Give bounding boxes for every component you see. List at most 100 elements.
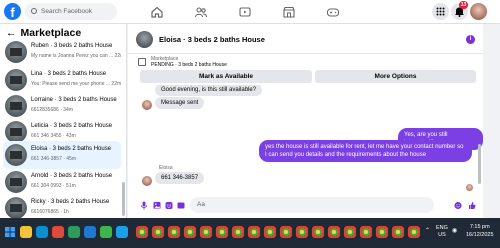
facebook-logo[interactable]: f	[4, 3, 21, 20]
listing-thumbnail	[5, 41, 27, 63]
language-label: ENG	[436, 225, 448, 231]
listing-status[interactable]: PENDING · 3 beds 2 baths House	[151, 62, 227, 68]
friends-icon[interactable]	[194, 5, 208, 19]
chrome-icon[interactable]	[376, 226, 388, 238]
chrome-icon[interactable]	[264, 226, 276, 238]
conversation-title: Lina · 3 beds 2 baths House	[31, 71, 107, 77]
app-icon[interactable]	[36, 226, 48, 238]
read-receipt-avatar	[466, 184, 473, 191]
conversation-title: Leticia · 3 beds 2 baths House	[31, 123, 113, 129]
system-tray-chevron-icon[interactable]: ⌃	[425, 227, 430, 234]
notification-badge: 13	[459, 1, 468, 9]
conversation-item-active[interactable]: Eloisa · 3 beds 2 baths House 661 346-38…	[3, 141, 121, 169]
marketplace-sidebar: ← Marketplace Ruben · 3 beds 2 baths Hous…	[0, 24, 127, 218]
emoji-icon[interactable]	[454, 201, 462, 210]
conversation-item[interactable]: Lina · 3 beds 2 baths House You: Please …	[3, 66, 121, 94]
gif-icon[interactable]	[177, 201, 185, 210]
chrome-icon[interactable]	[136, 226, 148, 238]
chrome-icon[interactable]	[312, 226, 324, 238]
conversation-title: Arnold · 3 beds 2 baths House	[31, 173, 113, 179]
clock[interactable]: 7:15 pm 16/12/2025	[466, 223, 494, 239]
conversation-item[interactable]: Lorraine · 3 beds 2 baths House 66128356…	[3, 92, 121, 120]
chrome-icon[interactable]	[232, 226, 244, 238]
listing-thumbnail	[5, 197, 27, 218]
file-explorer-icon[interactable]	[20, 226, 32, 238]
image-icon[interactable]	[153, 201, 161, 210]
chrome-icon[interactable]	[328, 226, 340, 238]
conversation-preview: My name is Joanna Perez you can ... 22m	[31, 53, 121, 59]
more-options-button[interactable]: More Options	[315, 70, 476, 83]
language-indicator[interactable]: ENG US	[436, 225, 448, 239]
conversation-item[interactable]: Ruben · 3 beds 2 baths House My name is …	[3, 38, 121, 66]
video-icon[interactable]	[238, 5, 252, 19]
like-icon[interactable]	[468, 201, 476, 210]
grid-icon	[436, 7, 445, 16]
marketplace-icon[interactable]	[282, 5, 296, 19]
search-input[interactable]: Search Facebook	[25, 3, 117, 20]
search-icon	[31, 8, 37, 14]
listing-thumbnail	[5, 69, 27, 91]
conversation-title: Ruben · 3 beds 2 baths House	[31, 43, 113, 49]
region-label: US	[438, 232, 446, 238]
chrome-icon[interactable]	[152, 226, 164, 238]
conversation-preview: 661 346-3857 · 45m	[31, 156, 77, 162]
chat-title[interactable]: Eloisa · 3 beds 2 baths House	[159, 35, 265, 44]
message-bubble-incoming: 661 346-3857	[155, 172, 205, 184]
chat-scrollbar[interactable]	[478, 144, 481, 184]
chrome-icon[interactable]	[168, 226, 180, 238]
chrome-icon[interactable]	[296, 226, 308, 238]
info-icon[interactable]: i	[466, 35, 475, 44]
chrome-icon[interactable]	[392, 226, 404, 238]
app-icon[interactable]	[84, 226, 96, 238]
top-navigation-bar: f Search Facebook 13	[0, 0, 500, 24]
app-icon[interactable]	[100, 226, 112, 238]
conversation-title: Eloisa · 3 beds 2 baths House	[31, 146, 112, 152]
conversation-preview: 6612835686 · 34m	[31, 107, 73, 113]
chrome-icon[interactable]	[408, 226, 420, 238]
app-icon[interactable]	[52, 226, 64, 238]
chrome-icon[interactable]	[216, 226, 228, 238]
conversation-item[interactable]: Arnold · 3 beds 2 baths House 661 304 09…	[3, 168, 121, 196]
chat-header: Eloisa · 3 beds 2 baths House i	[128, 24, 483, 54]
profile-avatar[interactable]	[470, 3, 487, 20]
conversation-preview: You: Please send me your phone ... 22m	[31, 81, 121, 87]
chrome-icon[interactable]	[184, 226, 196, 238]
conversation-title: Ricky · 3 beds 2 baths House	[31, 199, 110, 205]
chrome-icon[interactable]	[344, 226, 356, 238]
chat-panel: Eloisa · 3 beds 2 baths House i Marketpl…	[128, 24, 483, 218]
chrome-icon[interactable]	[248, 226, 260, 238]
app-icon[interactable]	[68, 226, 80, 238]
clock-date: 16/12/2025	[466, 232, 494, 238]
message-input[interactable]: Aa	[190, 197, 434, 213]
listing-thumbnail	[5, 144, 27, 166]
app-icon[interactable]	[116, 226, 128, 238]
home-icon[interactable]	[150, 5, 164, 19]
clock-time: 7:15 pm	[469, 224, 490, 230]
message-input-placeholder: Aa	[197, 201, 205, 208]
conversation-item[interactable]: Ricky · 3 beds 2 baths House 6616076865 …	[3, 194, 121, 218]
sidebar-scrollbar[interactable]	[122, 182, 125, 216]
conversation-preview: 661 304 0993 · 51m	[31, 183, 76, 189]
microphone-icon[interactable]	[140, 201, 148, 210]
conversation-preview: 6616076865 · 1h	[31, 209, 69, 215]
message-composer: Aa	[128, 193, 483, 218]
listing-info-row: Marketplace PENDING · 3 beds 2 baths Hou…	[136, 56, 476, 70]
conversation-title: Lorraine · 3 beds 2 baths House	[31, 97, 117, 103]
message-list: Good evening, is this still available? M…	[128, 85, 483, 193]
message-bubble-outgoing: yes the house is still available for ren…	[259, 140, 472, 162]
search-placeholder: Search Facebook	[41, 8, 92, 15]
wifi-icon[interactable]: ◉	[452, 227, 457, 234]
right-gutter	[483, 24, 500, 218]
menu-grid-button[interactable]	[432, 3, 449, 20]
listing-thumbnail	[5, 171, 27, 193]
mark-available-button[interactable]: Mark as Available	[140, 70, 312, 83]
chrome-icon[interactable]	[280, 226, 292, 238]
gaming-icon[interactable]	[326, 5, 340, 19]
conversation-preview: 661 346 3455 · 43m	[31, 133, 76, 139]
sticker-icon[interactable]	[165, 201, 173, 210]
chrome-icon[interactable]	[200, 226, 212, 238]
chat-listing-avatar[interactable]	[136, 31, 153, 48]
message-bubble-incoming: Message sent	[155, 97, 205, 109]
chrome-icon[interactable]	[360, 226, 372, 238]
windows-start-icon[interactable]	[4, 226, 16, 238]
